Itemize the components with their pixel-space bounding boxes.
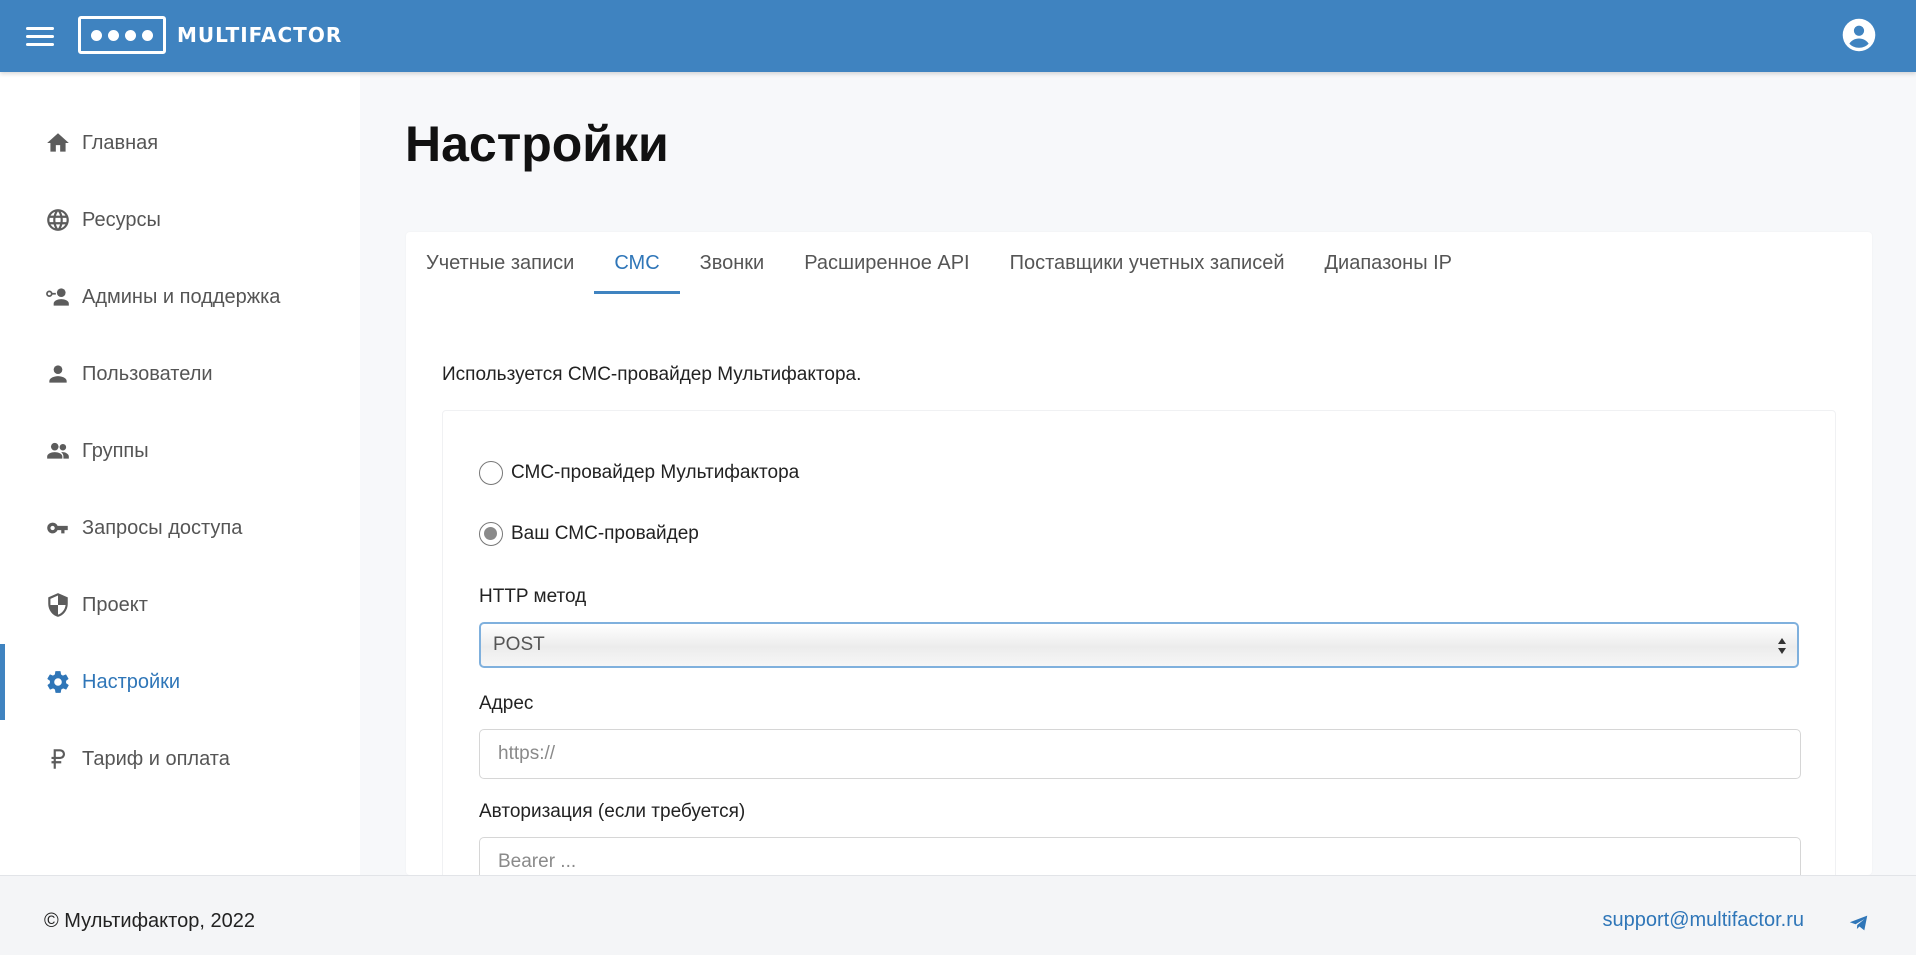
sidebar-item-label: Тариф и оплата [82,747,230,770]
person-icon [44,360,72,388]
radio-label: СМС-провайдер Мультифактора [511,462,800,483]
tab-identity-providers[interactable]: Поставщики учетных записей [990,232,1305,294]
sidebar-item-label: Проект [82,593,148,616]
page-title: Настройки [405,116,669,172]
sidebar-item-groups[interactable]: Группы [0,413,360,489]
settings-tabs: Учетные записи СМС Звонки Расширенное AP… [406,232,1472,294]
sidebar-item-label: Главная [82,131,159,154]
sidebar-item-home[interactable]: Главная [0,105,360,181]
radio-button[interactable] [479,522,503,546]
tab-accounts[interactable]: Учетные записи [406,232,594,294]
sidebar-item-admins[interactable]: Админы и поддержка [0,259,360,335]
sidebar-item-billing[interactable]: Тариф и оплата [0,721,360,797]
key-icon [44,514,72,542]
sms-provider-form: СМС-провайдер Мультифактора Ваш СМС-пров… [442,410,1836,890]
select-arrows-icon [1778,638,1786,654]
ruble-icon [44,745,72,773]
support-email-link[interactable]: support@multifactor.ru [1603,909,1805,932]
telegram-icon[interactable] [1848,912,1870,934]
sidebar-item-resources[interactable]: Ресурсы [0,182,360,258]
admin-support-icon [44,283,72,311]
footer: © Мультифактор, 2022 support@multifactor… [0,875,1916,955]
tab-ip-ranges[interactable]: Диапазоны IP [1305,232,1473,294]
tab-calls[interactable]: Звонки [680,232,785,294]
radio-multifactor-provider[interactable]: СМС-провайдер Мультифактора [479,461,799,485]
hamburger-menu-icon[interactable] [22,20,58,52]
home-icon [44,129,72,157]
top-app-bar: MULTIFACTOR [0,0,1916,72]
sidebar-item-project[interactable]: Проект [0,567,360,643]
brand-name: MULTIFACTOR [177,23,343,47]
logo-dots-icon [78,16,166,54]
radio-button[interactable] [479,461,503,485]
authorization-label: Авторизация (если требуется) [479,801,746,822]
address-label: Адрес [479,693,534,714]
tab-sms[interactable]: СМС [594,232,680,294]
radio-label: Ваш СМС-провайдер [511,523,699,544]
radio-custom-provider[interactable]: Ваш СМС-провайдер [479,522,699,546]
http-method-label: HTTP метод [479,586,587,607]
settings-card: Учетные записи СМС Звонки Расширенное AP… [406,232,1872,890]
http-method-value: POST [493,634,545,655]
sidebar-item-settings[interactable]: Настройки [0,644,360,720]
sms-provider-info: Используется СМС-провайдер Мультифактора… [442,364,862,385]
sidebar-item-label: Админы и поддержка [82,285,281,308]
group-icon [44,437,72,465]
sidebar-item-access-requests[interactable]: Запросы доступа [0,490,360,566]
sidebar-item-label: Запросы доступа [82,516,243,539]
brand-logo[interactable]: MULTIFACTOR [78,15,342,55]
address-input[interactable] [479,729,1801,779]
shield-icon [44,591,72,619]
http-method-select[interactable]: POST [479,622,1799,668]
sidebar-item-label: Ресурсы [82,208,161,231]
copyright-text: © Мультифактор, 2022 [44,910,255,932]
sidebar-item-label: Пользователи [82,362,213,385]
sidebar-item-users[interactable]: Пользователи [0,336,360,412]
sidebar-item-label: Настройки [82,670,181,693]
sidebar-nav: Главная Ресурсы Админы и поддержка Польз… [0,72,360,875]
sidebar-item-label: Группы [82,439,149,462]
tab-extended-api[interactable]: Расширенное API [784,232,989,294]
gear-icon [44,668,72,696]
account-circle-icon[interactable] [1842,18,1876,52]
globe-icon [44,206,72,234]
